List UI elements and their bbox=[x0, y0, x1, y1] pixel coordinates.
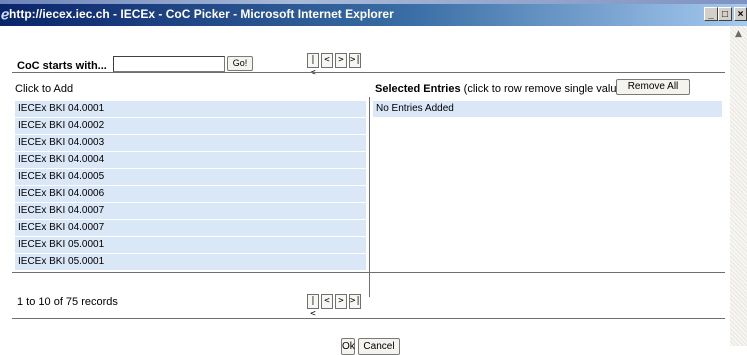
list-item[interactable]: IECEx BKI 04.0004 bbox=[15, 152, 366, 168]
list-item[interactable]: IECEx BKI 05.0001 bbox=[15, 254, 366, 270]
cancel-button[interactable]: Cancel bbox=[358, 338, 400, 355]
window-titlebar[interactable]: ℯ http://iecex.iec.ch - IECEx - CoC Pick… bbox=[0, 4, 747, 26]
selected-entries-header: Selected Entries (click to row remove si… bbox=[375, 83, 626, 95]
selected-entries-hint: (click to row remove single value) bbox=[460, 83, 627, 95]
list-item[interactable]: IECEx BKI 04.0006 bbox=[15, 186, 366, 202]
list-item[interactable]: IECEx BKI 04.0001 bbox=[15, 101, 366, 117]
records-count: 1 to 10 of 75 records bbox=[17, 296, 118, 308]
page-content: CoC starts with... Go! |< < > >| Click t… bbox=[0, 26, 730, 355]
window-title: http://iecex.iec.ch - IECEx - CoC Picker… bbox=[9, 7, 394, 21]
search-input[interactable] bbox=[113, 56, 225, 72]
first-page-button[interactable]: |< bbox=[307, 53, 319, 78]
prev-page-button[interactable]: < bbox=[321, 53, 333, 68]
last-page-button[interactable]: >| bbox=[349, 53, 361, 68]
ok-button[interactable]: Ok bbox=[341, 338, 355, 355]
no-entries-message: No Entries Added bbox=[373, 101, 722, 117]
scroll-up-arrow-icon[interactable]: ▲ bbox=[730, 26, 747, 43]
panel-divider bbox=[369, 97, 370, 297]
list-item[interactable]: IECEx BKI 04.0007 bbox=[15, 203, 366, 219]
click-to-add-header: Click to Add bbox=[15, 83, 74, 95]
remove-all-button[interactable]: Remove All bbox=[616, 79, 690, 95]
selected-entries-title: Selected Entries bbox=[375, 83, 461, 95]
list-item[interactable]: IECEx BKI 04.0007 bbox=[15, 220, 366, 236]
vertical-scrollbar[interactable]: ▲ bbox=[730, 26, 747, 346]
minimize-button[interactable]: _ bbox=[704, 7, 718, 21]
available-list: IECEx BKI 04.0001 IECEx BKI 04.0002 IECE… bbox=[15, 101, 366, 271]
close-button[interactable]: × bbox=[734, 7, 747, 21]
prev-page-button[interactable]: < bbox=[321, 294, 333, 309]
list-item[interactable]: IECEx BKI 05.0001 bbox=[15, 237, 366, 253]
list-item[interactable]: IECEx BKI 04.0003 bbox=[15, 135, 366, 151]
last-page-button[interactable]: >| bbox=[349, 294, 361, 309]
search-label: CoC starts with... bbox=[17, 60, 107, 72]
next-page-button[interactable]: > bbox=[335, 53, 347, 68]
list-item[interactable]: IECEx BKI 04.0002 bbox=[15, 118, 366, 134]
next-page-button[interactable]: > bbox=[335, 294, 347, 309]
maximize-button[interactable]: □ bbox=[718, 7, 732, 21]
divider-middle bbox=[12, 272, 725, 273]
first-page-button[interactable]: |< bbox=[307, 294, 319, 319]
go-button[interactable]: Go! bbox=[227, 56, 253, 71]
divider-bottom bbox=[12, 318, 725, 319]
list-item[interactable]: IECEx BKI 04.0005 bbox=[15, 169, 366, 185]
divider-top bbox=[12, 72, 725, 73]
